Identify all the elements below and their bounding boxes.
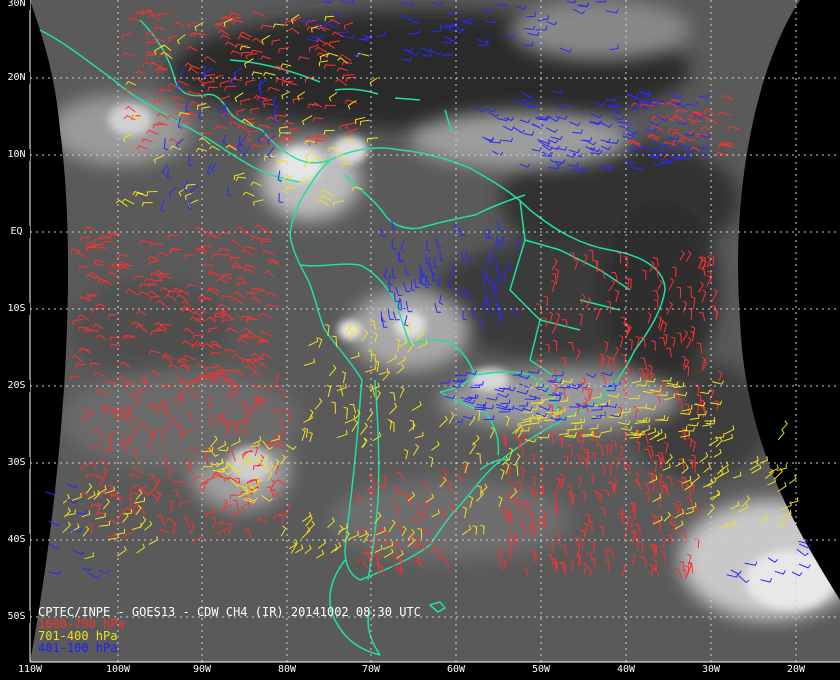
satellite-map: 30N 20N 10N EQ 10S 20S 30S 40S 50S 110W … (0, 0, 840, 680)
lon-label-100w: 100W (105, 664, 131, 675)
legend-upper-level: 401-100 hPa (38, 641, 118, 655)
lat-label-50s: 50S (3, 611, 30, 623)
lat-label-30s: 30S (3, 457, 30, 469)
lon-label-50w: 50W (531, 664, 551, 675)
wind-barb (777, 429, 785, 441)
lat-label-20n: 20N (3, 72, 30, 84)
lat-label-20s: 20S (3, 380, 30, 392)
wind-barb (781, 420, 788, 431)
wind-barb (45, 490, 57, 496)
lat-label-40s: 40S (3, 534, 30, 546)
lon-label-70w: 70W (361, 664, 381, 675)
wind-barb (788, 474, 797, 485)
lat-label-30n: 30N (3, 0, 30, 10)
lon-label-30w: 30W (701, 664, 721, 675)
map-canvas (29, 0, 840, 663)
lat-label-10n: 10N (3, 149, 30, 161)
lon-label-90w: 90W (192, 664, 212, 675)
lon-label-60w: 60W (446, 664, 466, 675)
lon-label-80w: 80W (277, 664, 297, 675)
wind-barb (777, 482, 787, 492)
satellite-disk (30, 0, 840, 662)
lon-label-110w: 110W (17, 664, 43, 675)
lat-label-eq: EQ (3, 226, 30, 238)
lon-label-40w: 40W (616, 664, 636, 675)
lon-label-20w: 20W (786, 664, 806, 675)
lat-label-10s: 10S (3, 303, 30, 315)
